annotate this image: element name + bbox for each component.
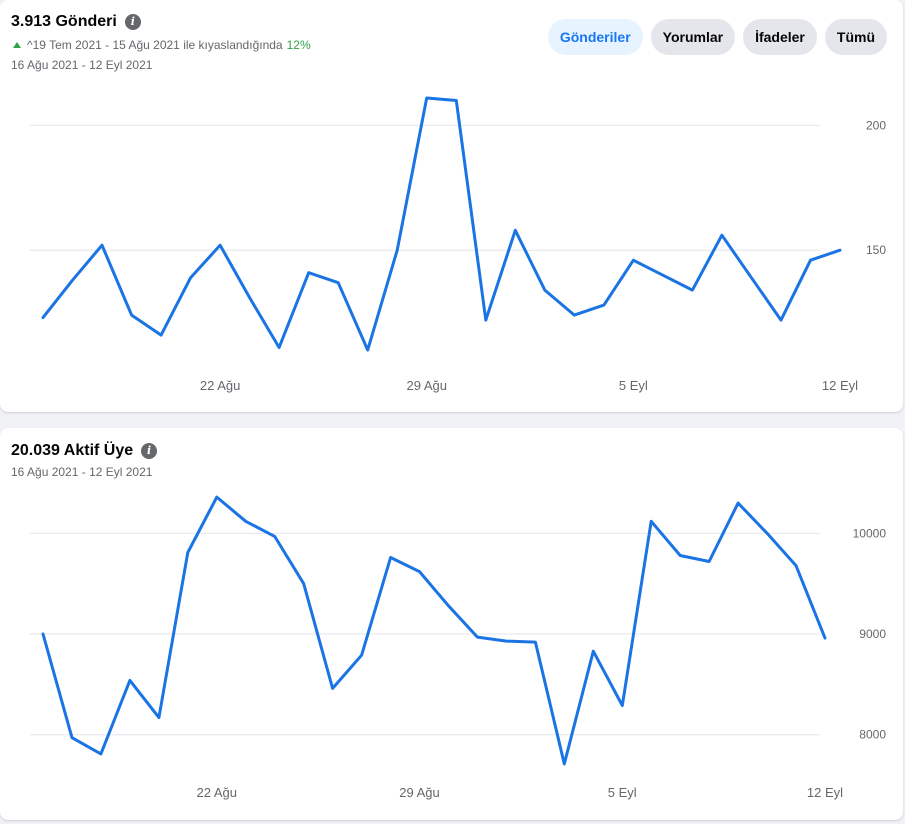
members-x-tick-label: 29 Ağu — [399, 785, 440, 800]
reactions-filter-button[interactable]: İfadeler — [743, 19, 817, 55]
info-icon[interactable]: i — [141, 443, 158, 459]
comments-filter-button[interactable]: Yorumlar — [650, 19, 736, 55]
members-y-tick-label: 8000 — [859, 728, 886, 742]
members-x-tick-label: 22 Ağu — [197, 785, 238, 800]
members-title: 20.039 Aktif Üye — [11, 442, 134, 459]
members-x-tick-label: 5 Eyl — [608, 785, 637, 800]
info-icon[interactable]: i — [124, 14, 141, 30]
members-y-tick-label: 10000 — [853, 526, 887, 540]
up-arrow-icon — [13, 42, 21, 48]
comparison-row: ^19 Tem 2021 - 15 Ağu 2021 ile kıyasland… — [11, 38, 311, 52]
posts-y-tick-label: 150 — [866, 243, 886, 257]
posts-series-line — [41, 96, 842, 352]
members-y-tick-label: 9000 — [859, 627, 886, 641]
comparison-percent: 12% — [286, 38, 311, 52]
posts-y-tick-label: 200 — [866, 118, 886, 132]
members-title-row: 20.039 Aktif Üye i — [11, 442, 158, 460]
members-date-range: 16 Ağu 2021 - 12 Eyl 2021 — [11, 465, 153, 479]
posts-x-tick-label: 12 Eyl — [822, 378, 858, 393]
members-line-chart: 8000 9000 10000 22 Ağu 29 Ağu 5 Eyl 12 Eyl — [30, 495, 887, 800]
posts-filter-button[interactable]: Gönderiler — [547, 19, 643, 55]
posts-x-tick-label: 5 Eyl — [619, 378, 648, 393]
posts-title-row: 3.913 Gönderi i — [11, 13, 141, 31]
posts-x-tick-label: 22 Ağu — [200, 378, 241, 393]
comparison-text: ^19 Tem 2021 - 15 Ağu 2021 ile kıyasland… — [27, 38, 283, 52]
members-series-line — [41, 495, 827, 766]
posts-x-tick-label: 29 Ağu — [406, 378, 447, 393]
filter-button-group: Gönderiler Yorumlar İfadeler Tümü — [547, 19, 887, 55]
all-filter-button[interactable]: Tümü — [824, 19, 887, 55]
posts-date-range: 16 Ağu 2021 - 12 Eyl 2021 — [11, 58, 153, 72]
members-x-tick-label: 12 Eyl — [807, 785, 843, 800]
active-members-card: 8000 9000 10000 22 Ağu 29 Ağu 5 Eyl 12 Eyl 20.… — [0, 428, 903, 820]
posts-title: 3.913 Gönderi — [11, 13, 117, 30]
posts-card: 150 200 22 Ağu 29 Ağu 5 Eyl 12 Eyl 3.913 Gönd… — [0, 0, 903, 412]
